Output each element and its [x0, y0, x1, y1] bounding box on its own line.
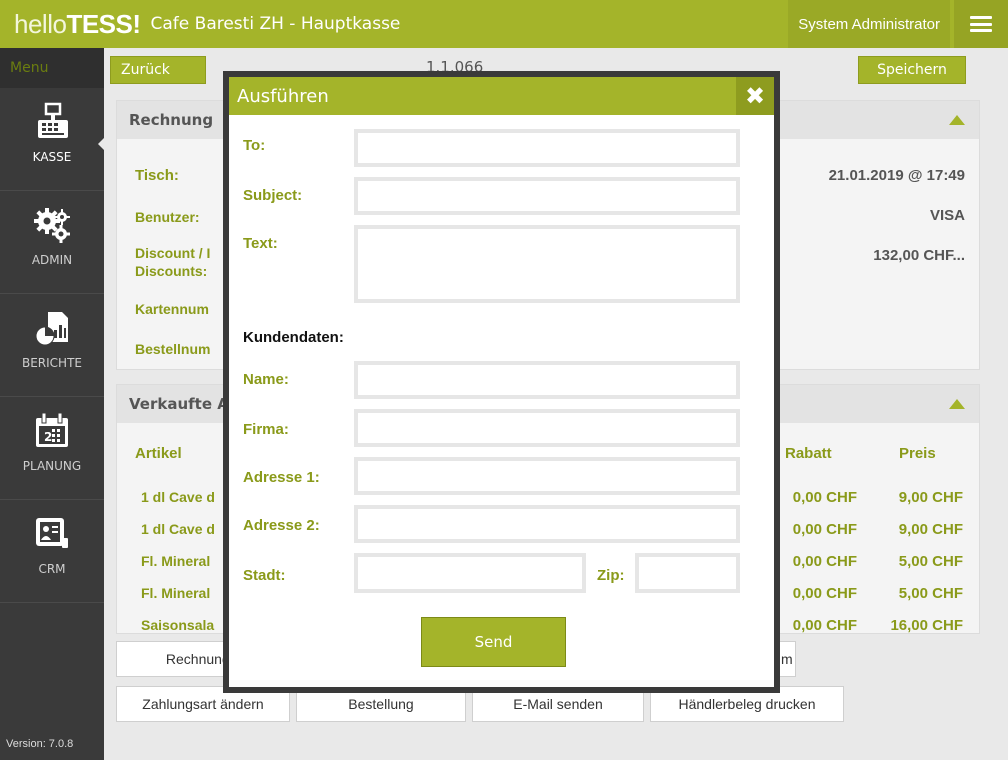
collapse-arrow-icon[interactable] [949, 115, 965, 125]
calendar-icon: 2 [36, 412, 68, 447]
save-button[interactable]: Speichern [858, 56, 966, 84]
row-article: 1 dl Cave d [141, 489, 215, 505]
row-price: 9,00 CHF [898, 489, 963, 506]
to-label: To: [243, 137, 266, 154]
back-button[interactable]: Zurück [110, 56, 206, 84]
name-label: Name: [243, 371, 289, 388]
card-number-label: Kartennum [135, 301, 209, 317]
table-label: Tisch: [135, 167, 179, 184]
svg-text:2: 2 [44, 430, 52, 444]
user-menu[interactable]: System Administrator [788, 0, 950, 48]
row-article: Saisonsala [141, 617, 215, 633]
row-discount: 0,00 CHF [792, 521, 857, 538]
row-price: 16,00 CHF [890, 617, 963, 634]
address2-label: Adresse 2: [243, 517, 320, 534]
hamburger-icon [970, 16, 992, 32]
invoice-datetime: 21.01.2019 @ 17:49 [828, 167, 965, 184]
sidebar-item-admin[interactable]: ADMIN [0, 191, 104, 294]
address1-input[interactable] [354, 457, 740, 495]
company-label: Firma: [243, 421, 289, 438]
column-header-price: Preis [899, 445, 936, 462]
sidebar-item-label: KASSE [32, 150, 72, 164]
row-price: 9,00 CHF [898, 521, 963, 538]
column-header-article: Artikel [135, 445, 182, 462]
sidebar-item-berichte[interactable]: BERICHTE [0, 294, 104, 397]
close-icon: ✖ [744, 82, 766, 110]
sidebar-item-crm[interactable]: CRM [0, 500, 104, 603]
row-discount: 0,00 CHF [792, 489, 857, 506]
to-input[interactable] [354, 129, 740, 167]
address1-label: Adresse 1: [243, 469, 320, 486]
main-menu-button[interactable] [954, 0, 1008, 48]
sidebar-item-label: PLANUNG [22, 459, 82, 473]
sidebar-menu-label: Menu [0, 48, 104, 88]
sidebar: Menu KASSE ADMIN BERICHTE 2 PLANUNG CRM … [0, 48, 104, 760]
active-indicator [98, 138, 104, 150]
hellotess-logo: helloTESS! [14, 8, 141, 39]
company-input[interactable] [354, 409, 740, 447]
city-label: Stadt: [243, 567, 286, 584]
text-area[interactable] [354, 225, 740, 303]
row-article: Fl. Mineral [141, 553, 211, 569]
execute-dialog: Ausführen ✖ To: Subject: Text: Kundendat… [223, 71, 780, 693]
app-title: Cafe Baresti ZH - Hauptkasse [150, 14, 401, 34]
row-article: 1 dl Cave d [141, 521, 215, 537]
row-price: 5,00 CHF [898, 585, 963, 602]
sidebar-item-planung[interactable]: 2 PLANUNG [0, 397, 104, 500]
sidebar-item-label: ADMIN [31, 253, 73, 267]
send-button[interactable]: Send [421, 617, 566, 667]
order-number-label: Bestellnum [135, 341, 211, 357]
row-article: Fl. Mineral [141, 585, 211, 601]
sidebar-item-kasse[interactable]: KASSE [0, 88, 104, 191]
subject-input[interactable] [354, 177, 740, 215]
version-label: Version: 7.0.8 [6, 738, 74, 750]
dialog-body: To: Subject: Text: Kundendaten: Name: Fi… [229, 115, 774, 687]
user-label: Benutzer: [135, 209, 200, 225]
payment-method: VISA [929, 207, 965, 224]
collapse-arrow-icon[interactable] [949, 399, 965, 409]
text-label: Text: [243, 235, 278, 252]
name-input[interactable] [354, 361, 740, 399]
report-chart-icon [35, 312, 68, 346]
city-input[interactable] [354, 553, 586, 593]
app-header: helloTESS! Cafe Baresti ZH - Hauptkasse … [0, 0, 1008, 48]
discount-label: Discount / I [135, 245, 211, 261]
discount-amount: 132,00 CHF... [873, 247, 965, 264]
row-price: 5,00 CHF [898, 553, 963, 570]
dialog-header: Ausführen ✖ [229, 77, 774, 115]
close-button[interactable]: ✖ [736, 77, 774, 115]
cash-register-icon [38, 102, 68, 138]
subject-label: Subject: [243, 187, 303, 204]
row-discount: 0,00 CHF [792, 553, 857, 570]
customer-data-heading: Kundendaten: [243, 329, 344, 346]
sold-items-panel-title: Verkaufte A [129, 395, 229, 413]
row-discount: 0,00 CHF [792, 617, 857, 634]
contact-card-icon [36, 518, 68, 548]
sidebar-item-label: CRM [38, 562, 66, 576]
column-header-discount: Rabatt [785, 445, 832, 462]
invoice-panel-title: Rechnung [129, 111, 214, 129]
address2-input[interactable] [354, 505, 740, 543]
row-discount: 0,00 CHF [792, 585, 857, 602]
zip-input[interactable] [635, 553, 740, 593]
gears-icon [34, 208, 70, 243]
discounts-label: Discounts: [135, 263, 208, 279]
sidebar-item-label: BERICHTE [21, 356, 82, 370]
dialog-title: Ausführen [237, 85, 329, 107]
zip-label: Zip: [597, 567, 625, 584]
